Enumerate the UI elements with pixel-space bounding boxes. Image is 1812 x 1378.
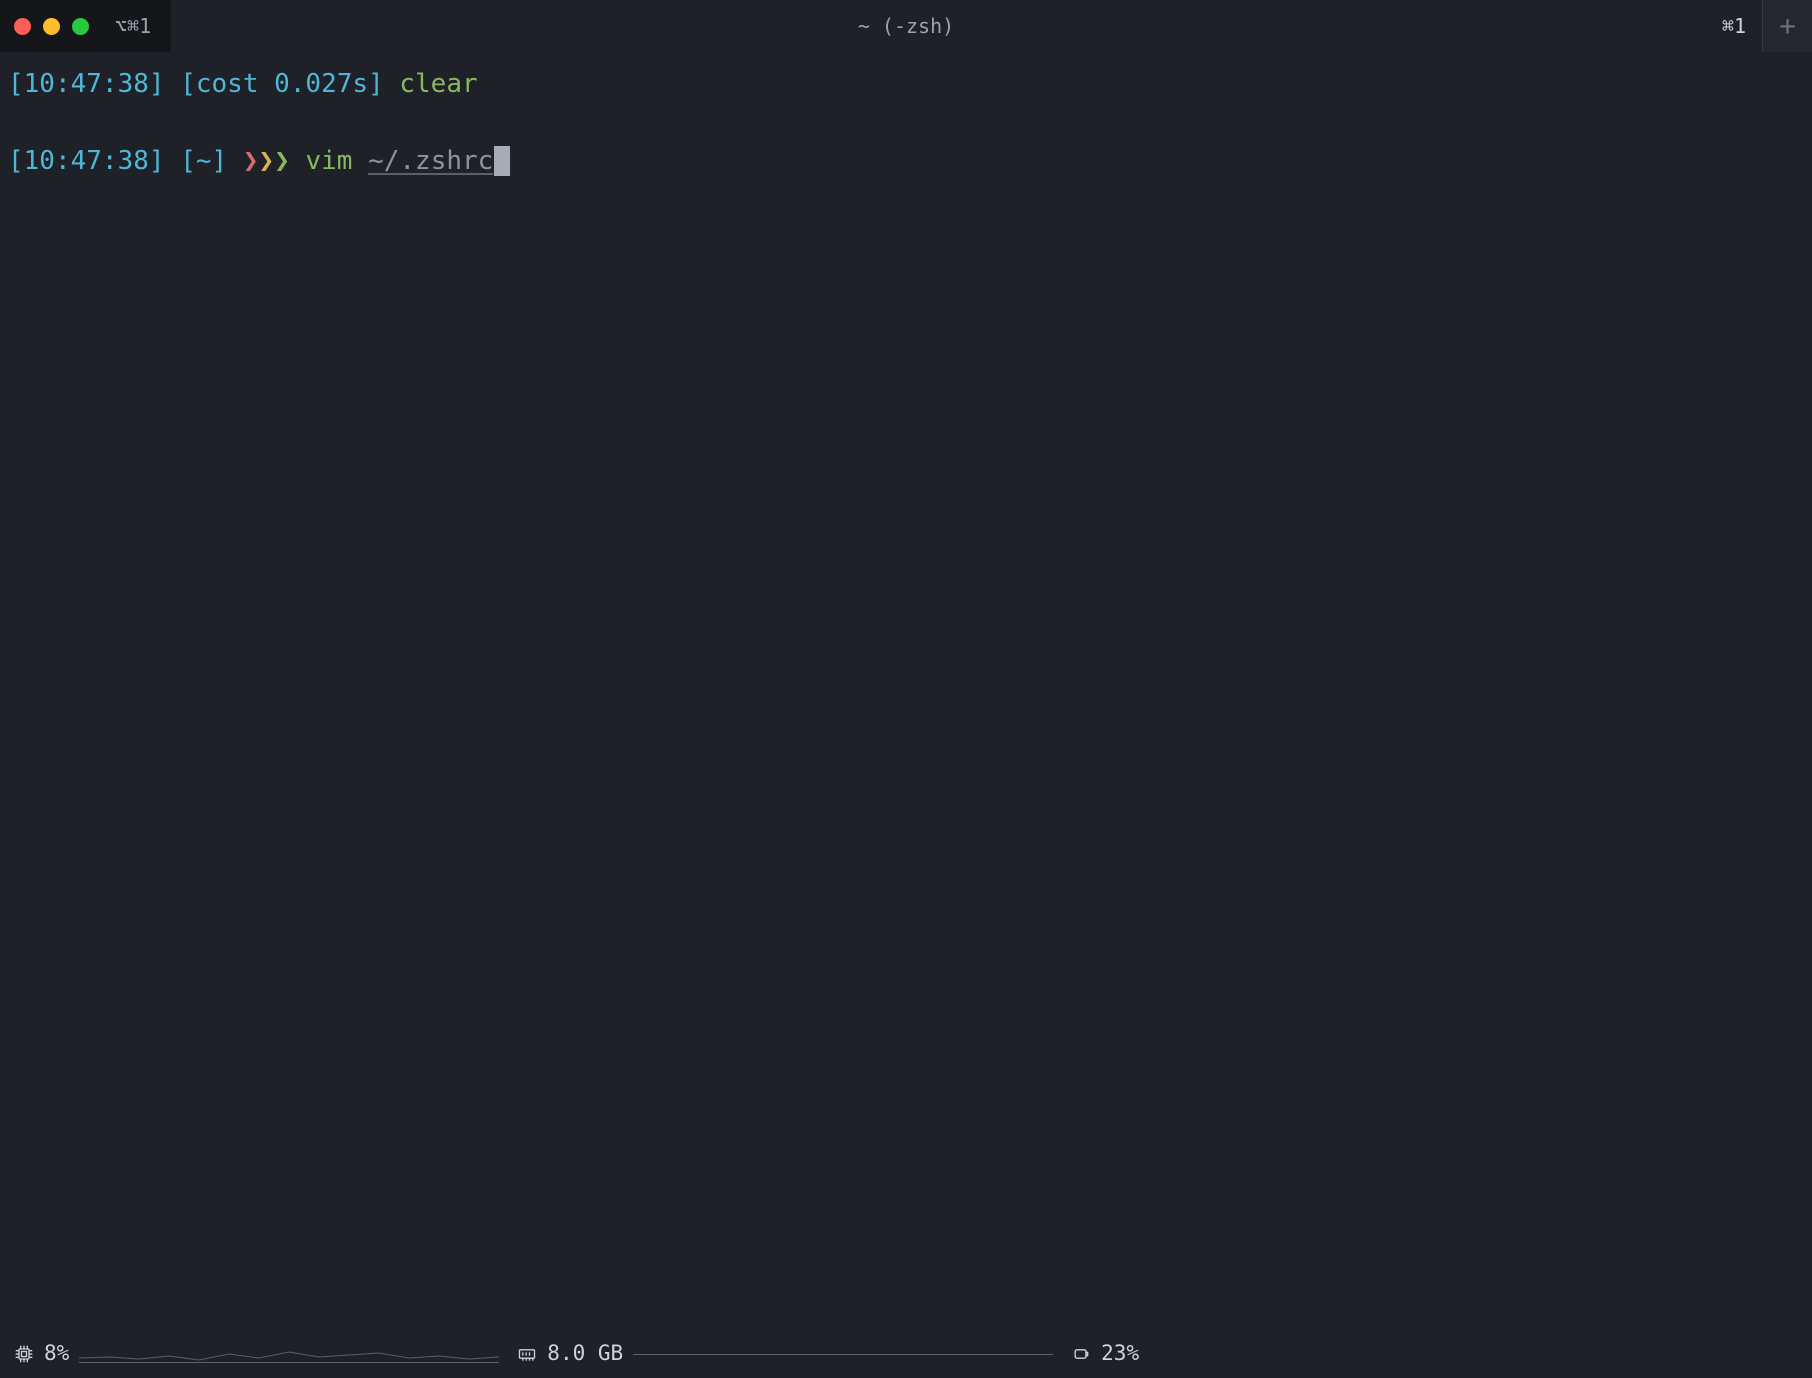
prompt-chevron-icon: ❯ xyxy=(274,146,290,176)
command-text: vim xyxy=(290,146,368,176)
memory-sparkline xyxy=(633,1353,1053,1355)
bracket: [ xyxy=(8,146,24,176)
command-argument: ~/.zshrc xyxy=(368,146,493,176)
pane-shortcut-label: ⌘1 xyxy=(1706,12,1762,40)
battery-percent: 23% xyxy=(1101,1339,1139,1368)
memory-icon xyxy=(517,1344,537,1364)
bracket: ] xyxy=(149,69,165,99)
bracket: [ xyxy=(165,69,196,99)
battery-icon xyxy=(1071,1344,1091,1364)
bracket: ] xyxy=(368,69,384,99)
titlebar: ⌥⌘1 ~ (-zsh) ⌘1 + xyxy=(0,0,1812,52)
cpu-status: 8% xyxy=(14,1339,499,1368)
bracket: [ xyxy=(165,146,196,176)
prompt-chevron-icon: ❯ xyxy=(258,146,274,176)
bracket: ] xyxy=(149,146,165,176)
cpu-sparkline xyxy=(79,1345,499,1363)
close-window-button[interactable] xyxy=(14,18,31,35)
timestamp: 10:47:38 xyxy=(24,69,149,99)
tab-shortcut-label: ⌥⌘1 xyxy=(115,12,151,40)
titlebar-right: ⌘1 + xyxy=(1706,0,1812,52)
cpu-percent: 8% xyxy=(44,1339,69,1368)
prompt-chevron-icon: ❯ xyxy=(227,146,258,176)
memory-status: 8.0 GB xyxy=(517,1339,1053,1368)
terminal-output-line: [10:47:38] [cost 0.027s] clear xyxy=(8,66,1804,102)
new-tab-button[interactable]: + xyxy=(1762,0,1812,52)
battery-status: 23% xyxy=(1071,1339,1139,1368)
cpu-icon xyxy=(14,1344,34,1364)
timestamp: 10:47:38 xyxy=(24,146,149,176)
memory-amount: 8.0 GB xyxy=(547,1339,623,1368)
cost-label: cost 0.027s xyxy=(196,69,368,99)
traffic-lights xyxy=(14,18,89,35)
terminal-prompt-line: [10:47:38] [~] ❯❯❯ vim ~/.zshrc xyxy=(8,143,1804,179)
window-title: ~ (-zsh) xyxy=(858,12,954,40)
statusbar: 8% 8.0 GB 23% xyxy=(0,1330,1812,1378)
cwd-path: ~ xyxy=(196,146,212,176)
blank-line xyxy=(8,106,1804,142)
minimize-window-button[interactable] xyxy=(43,18,60,35)
terminal-area[interactable]: [10:47:38] [cost 0.027s] clear [10:47:38… xyxy=(0,52,1812,1330)
bracket: ] xyxy=(212,146,228,176)
bracket: [ xyxy=(8,69,24,99)
cursor xyxy=(494,146,510,176)
command-text: clear xyxy=(384,69,478,99)
maximize-window-button[interactable] xyxy=(72,18,89,35)
terminal-tab[interactable]: ⌥⌘1 xyxy=(0,0,171,52)
plus-icon: + xyxy=(1779,6,1796,45)
